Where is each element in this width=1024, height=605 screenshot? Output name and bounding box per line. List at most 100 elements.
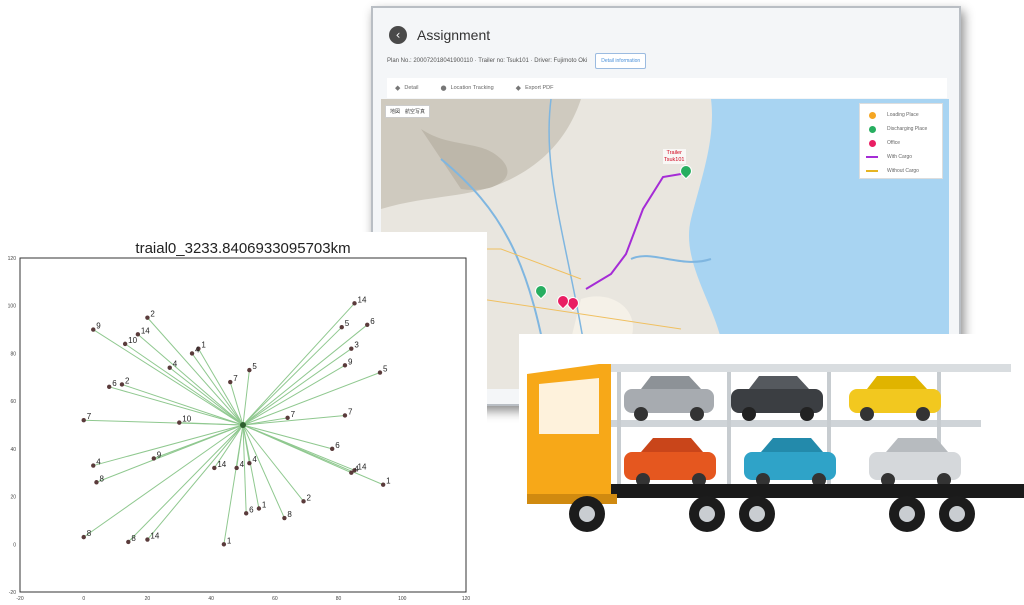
point-label: 14 xyxy=(217,460,226,469)
point-label: 6 xyxy=(249,505,254,514)
data-point xyxy=(145,315,150,320)
trailer-location-label: Trailer Tsuk101 xyxy=(663,149,686,165)
tab-label: Location Tracking xyxy=(450,85,494,91)
tab-export-pdf[interactable]: ◆ Export PDF xyxy=(516,84,554,92)
legend-label: Loading Place xyxy=(887,112,919,118)
tab-label: Detail xyxy=(404,85,419,91)
plan-info: Plan No.: 200072018041900110 · Trailer n… xyxy=(387,53,647,69)
data-point xyxy=(126,539,131,545)
x-tick-label: 40 xyxy=(208,596,214,602)
without-cargo-line-icon xyxy=(866,170,878,172)
data-point xyxy=(91,327,96,332)
data-point xyxy=(243,511,249,516)
point-label: 4 xyxy=(354,465,359,474)
point-label: 8 xyxy=(87,529,92,538)
y-tick-label: 120 xyxy=(8,256,17,262)
legend-item: Without Cargo xyxy=(865,164,937,178)
data-point xyxy=(256,506,262,511)
app-header: ‹ Assignment xyxy=(389,26,490,44)
point-label: 1 xyxy=(262,501,267,510)
data-point xyxy=(221,542,227,547)
point-label: 8 xyxy=(287,510,292,519)
x-tick-label: 20 xyxy=(145,596,151,602)
data-point xyxy=(107,384,112,390)
legend-item: Loading Place xyxy=(865,108,937,122)
data-point xyxy=(228,379,233,385)
data-point xyxy=(81,534,86,540)
x-tick-label: 80 xyxy=(336,596,342,602)
legend-label: Discharging Place xyxy=(887,126,928,132)
point-label: 4 xyxy=(96,458,101,467)
point-label: 5 xyxy=(383,365,388,374)
back-button[interactable]: ‹ xyxy=(389,26,407,44)
point-label: 7 xyxy=(87,412,92,421)
x-tick-label: 120 xyxy=(462,596,471,602)
discharging-place-icon xyxy=(868,125,876,133)
data-point xyxy=(145,537,150,542)
data-point xyxy=(342,413,348,418)
legend-label: With Cargo xyxy=(887,154,913,160)
car-carrier-illustration xyxy=(519,334,1024,605)
point-label: 4 xyxy=(252,455,257,464)
tab-location-tracking[interactable]: ● Location Tracking xyxy=(440,84,493,92)
point-label: 6 xyxy=(370,317,375,326)
point-label: 7 xyxy=(291,410,296,419)
data-point xyxy=(247,460,252,466)
detail-information-button[interactable]: Detail information xyxy=(595,53,647,69)
point-label: 5 xyxy=(345,319,350,328)
point-label: 7 xyxy=(233,374,238,383)
point-label: 2 xyxy=(150,310,155,319)
data-point xyxy=(151,456,156,461)
point-label: 7 xyxy=(348,407,353,416)
point-label: 2 xyxy=(125,376,130,385)
data-point xyxy=(342,363,348,368)
tab-detail[interactable]: ◆ Detail xyxy=(395,84,418,92)
point-label: 10 xyxy=(128,336,137,345)
legend-item: With Cargo xyxy=(865,150,937,164)
tag-icon: ◆ xyxy=(515,84,522,92)
point-label: 1 xyxy=(227,536,232,545)
point-label: 6 xyxy=(112,379,117,388)
tag-icon: ◆ xyxy=(395,84,401,92)
point-label: 14 xyxy=(358,462,367,471)
route-scatter-plot: -20 0 20 40 60 80 100 120-200204060801001202914… xyxy=(8,256,471,602)
data-point xyxy=(301,499,306,504)
with-cargo-line-icon xyxy=(866,156,878,158)
point-label: 8 xyxy=(131,534,136,543)
legend-item: Office xyxy=(865,136,937,150)
point-label: 2 xyxy=(307,493,312,502)
point-label: 8 xyxy=(99,474,104,483)
data-point xyxy=(339,324,344,330)
x-tick-label: 0 xyxy=(82,596,85,602)
point-label: 1 xyxy=(201,341,206,350)
y-tick-label: 100 xyxy=(8,304,17,310)
data-point xyxy=(377,370,383,375)
point-label: 9 xyxy=(348,357,353,366)
data-point xyxy=(81,418,86,423)
data-point xyxy=(349,346,354,351)
map-type-toggle[interactable]: 地図 航空写真 xyxy=(385,105,431,118)
x-tick-label: 100 xyxy=(398,596,407,602)
legend-item: Discharging Place xyxy=(865,122,937,136)
data-point xyxy=(349,470,354,475)
trailer-label-line1: Trailer xyxy=(666,150,682,156)
point-label: 9 xyxy=(157,450,162,459)
point-label: 14 xyxy=(141,326,150,335)
point-label: 1 xyxy=(386,477,391,486)
data-point xyxy=(212,465,217,471)
data-point xyxy=(94,480,99,485)
data-point xyxy=(122,341,128,347)
route-plot-panel: -20 0 20 40 60 80 100 120 -20 0 20 40 60 80 100 120 2 9 14… xyxy=(0,232,487,605)
point-label: 14 xyxy=(358,295,367,304)
data-point xyxy=(365,322,370,327)
legend-label: Office xyxy=(887,140,900,146)
tab-bar: ◆ Detail ● Location Tracking ◆ Export PD… xyxy=(387,78,947,98)
point-label: 9 xyxy=(96,322,101,331)
y-tick-label: 40 xyxy=(10,447,16,453)
data-point xyxy=(234,465,239,471)
data-point xyxy=(119,382,125,387)
data-point xyxy=(380,482,386,487)
point-label: 3 xyxy=(354,341,359,350)
point-label: 14 xyxy=(150,532,159,541)
point-label: 5 xyxy=(252,362,257,371)
